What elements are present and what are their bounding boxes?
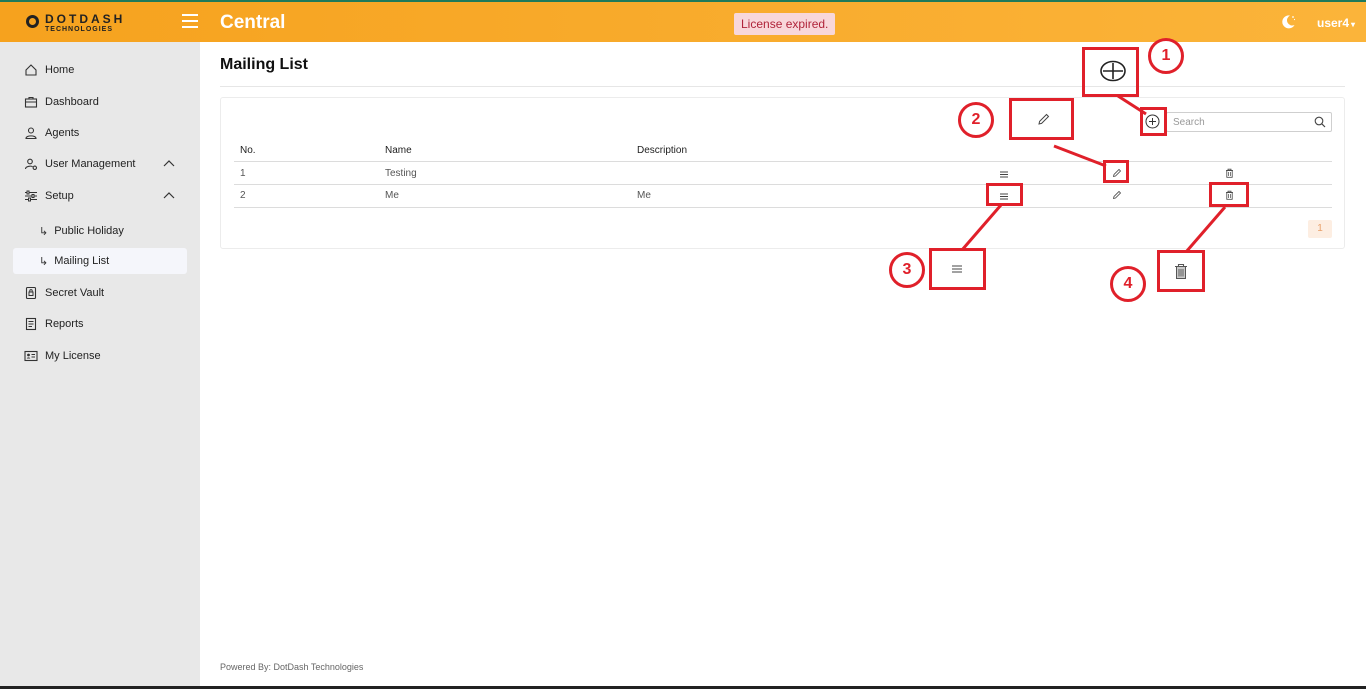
annotation-label: 2 bbox=[958, 102, 994, 138]
annotation-label: 4 bbox=[1110, 266, 1146, 302]
view-list-icon bbox=[952, 265, 962, 273]
add-plus-icon bbox=[1100, 60, 1126, 82]
edit-pencil-icon bbox=[1038, 113, 1050, 125]
annotation-label: 1 bbox=[1148, 38, 1184, 74]
annotation-box-edit-small bbox=[1103, 160, 1129, 183]
annotation-box-list-small bbox=[986, 183, 1023, 206]
annotation-box-edit bbox=[1009, 98, 1074, 140]
annotation-box-delete-small bbox=[1209, 182, 1249, 207]
annotation-box-add-small bbox=[1140, 107, 1167, 136]
annotation-box-list bbox=[929, 248, 986, 290]
annotation-connector-lines bbox=[960, 94, 1227, 253]
annotation-box-delete bbox=[1157, 250, 1205, 292]
annotation-label: 3 bbox=[889, 252, 925, 288]
annotation-box-add bbox=[1082, 47, 1139, 97]
delete-trash-icon bbox=[1175, 263, 1187, 279]
